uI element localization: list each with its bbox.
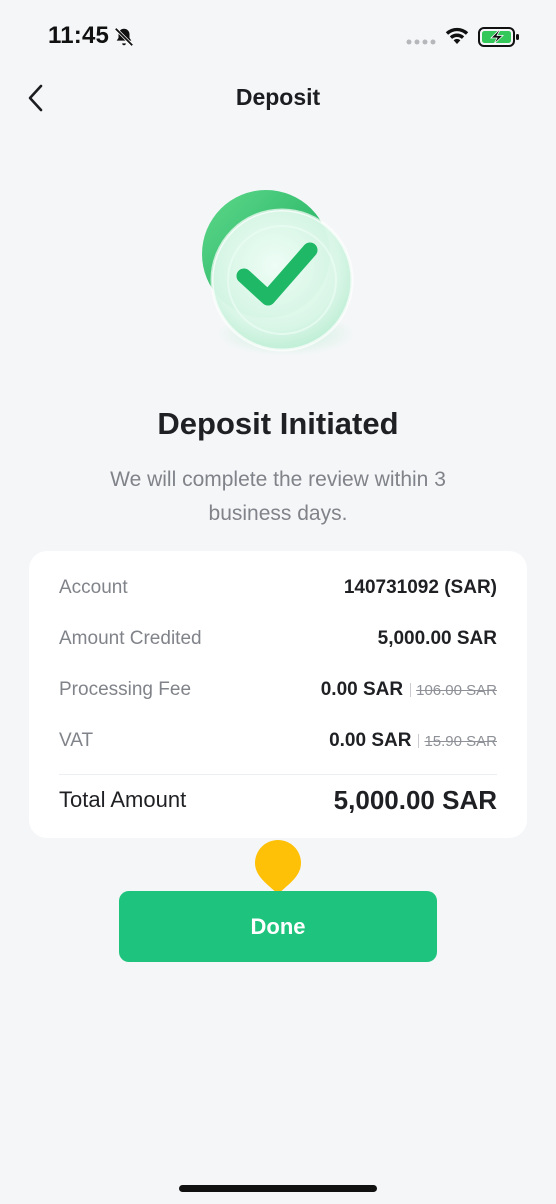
wifi-icon [445, 27, 469, 44]
bell-slash-icon [114, 27, 134, 47]
amount-credited-value: 5,000.00 SAR [377, 628, 497, 649]
processing-fee-value-group: 0.00 SAR 106.00 SAR [321, 679, 497, 701]
value-divider [410, 683, 412, 697]
success-check-icon [202, 190, 356, 356]
deposit-result-screen: 11:45 Deposit Deposit Initiated We will … [0, 0, 556, 1204]
vat-original: 15.90 SAR [424, 732, 497, 750]
vat-value: 0.00 SAR [329, 730, 412, 751]
processing-fee-label: Processing Fee [59, 679, 192, 700]
signal-dots-icon [406, 39, 436, 45]
result-title: Deposit Initiated [157, 406, 399, 441]
nav-bar: Deposit [0, 76, 556, 120]
vat-row: VAT 0.00 SAR 15.90 SAR [59, 726, 497, 756]
battery-charging-icon [478, 27, 519, 47]
account-label: Account [59, 577, 128, 598]
status-time: 11:45 [48, 22, 110, 49]
card-divider [59, 774, 497, 775]
account-value: 140731092 (SAR) [343, 577, 497, 598]
result-subtitle: We will complete the review within 3 bus… [110, 468, 446, 525]
processing-fee-value: 0.00 SAR [320, 679, 404, 700]
processing-fee-original: 106.00 SAR [416, 681, 497, 699]
total-label: Total Amount [59, 787, 187, 812]
vat-label: VAT [59, 730, 94, 751]
status-bar: 11:45 [0, 0, 556, 76]
amount-credited-row: Amount Credited 5,000.00 SAR [59, 624, 497, 654]
done-button[interactable]: Done [119, 891, 437, 962]
deposit-details-card: Account 140731092 (SAR) Amount Credited … [29, 551, 527, 838]
home-indicator [179, 1185, 377, 1192]
account-row: Account 140731092 (SAR) [59, 573, 497, 603]
vat-value-group: 0.00 SAR 15.90 SAR [329, 730, 497, 752]
processing-fee-row: Processing Fee 0.00 SAR 106.00 SAR [59, 675, 497, 705]
amount-credited-label: Amount Credited [59, 628, 202, 649]
location-marker-icon [255, 840, 301, 894]
value-divider [418, 734, 420, 748]
total-value: 5,000.00 SAR [333, 784, 497, 815]
total-row: Total Amount 5,000.00 SAR [59, 785, 497, 815]
page-title: Deposit [235, 84, 321, 110]
